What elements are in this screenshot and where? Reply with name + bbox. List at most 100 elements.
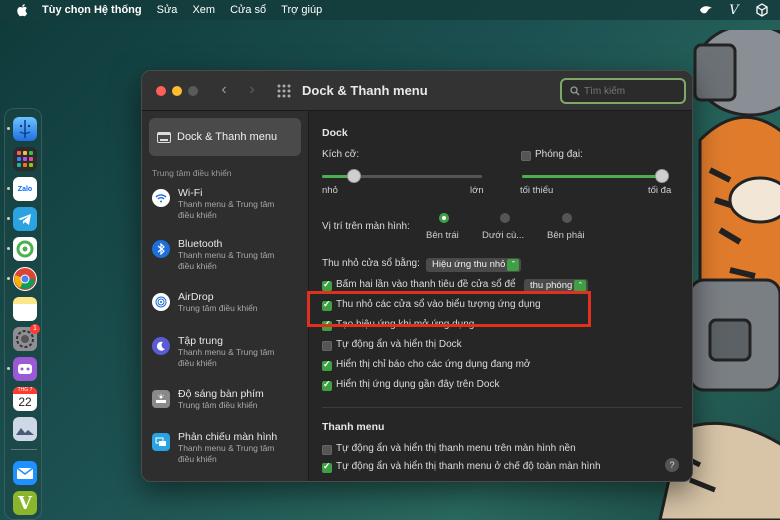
sidebar-item-subtitle: Trung tâm điều khiển xyxy=(178,400,258,410)
position-right-radio[interactable] xyxy=(562,213,572,223)
menu-view[interactable]: Xem xyxy=(192,4,215,16)
dock-separator xyxy=(11,449,37,450)
sidebar-item-title: Bluetooth xyxy=(178,238,223,250)
show-indicators-label: Hiển thị chỉ báo cho các ứng dụng đang m… xyxy=(336,359,531,370)
size-max-label: lớn xyxy=(470,185,484,196)
position-left-radio[interactable] xyxy=(439,213,449,223)
sidebar-item-title: Độ sáng bàn phím xyxy=(178,388,264,400)
close-button[interactable] xyxy=(156,86,166,96)
system-preferences-window: ‹ › Dock & Thanh menu Dock & Thanh menu … xyxy=(141,70,693,482)
sidebar-item-wifi[interactable]: Wi-Fi Thanh menu & Trung tâm điều khiển xyxy=(152,187,302,221)
search-input[interactable] xyxy=(584,85,674,97)
help-button[interactable]: ? xyxy=(665,458,679,472)
telegram-icon[interactable] xyxy=(13,207,37,231)
menu-bar: Tùy chọn Hệ thống Sửa Xem Cửa sổ Trợ giú… xyxy=(0,0,780,20)
sidebar: Dock & Thanh menu Trung tâm điều khiển W… xyxy=(142,111,309,481)
autohide-menubar-desktop-checkbox[interactable] xyxy=(322,445,332,455)
size-slider-track[interactable] xyxy=(322,175,482,178)
menu-edit[interactable]: Sửa xyxy=(157,4,178,16)
notes-icon[interactable] xyxy=(13,297,37,321)
calendar-month: THG 7 xyxy=(13,387,37,394)
section-divider xyxy=(322,407,682,408)
bluetooth-icon xyxy=(152,240,170,258)
show-indicators-checkbox[interactable] xyxy=(322,359,332,371)
annotation-highlight-box xyxy=(307,291,591,327)
sidebar-item-focus[interactable]: Tập trung Thanh menu & Trung tâm điều kh… xyxy=(152,335,302,369)
sidebar-item-subtitle: Trung tâm điều khiển xyxy=(178,303,258,313)
magnification-slider-knob[interactable] xyxy=(655,169,669,183)
game-icon[interactable] xyxy=(13,357,37,381)
dock-section-title: Dock xyxy=(322,127,348,139)
magnification-min-label: tối thiểu xyxy=(520,185,554,196)
autohide-menubar-fullscreen-checkbox[interactable] xyxy=(322,461,332,473)
launchpad-icon[interactable] xyxy=(13,147,37,171)
zoom-button[interactable] xyxy=(188,86,198,96)
airdrop-icon xyxy=(152,293,170,311)
calendar-icon[interactable]: THG 7 22 xyxy=(13,387,37,411)
mail-icon[interactable] xyxy=(13,461,37,485)
chrome-icon[interactable] xyxy=(13,267,37,291)
double-click-action-value: thu phóng xyxy=(530,280,573,291)
menubar-section-title: Thanh menu xyxy=(322,421,385,433)
minimize-button[interactable] xyxy=(172,86,182,96)
sidebar-item-subtitle: điều khiển xyxy=(178,454,217,464)
sidebar-item-keyboard-brightness[interactable]: Độ sáng bàn phím Trung tâm điều khiển xyxy=(152,388,302,411)
autohide-menubar-desktop-label: Tự động ẩn và hiển thị thanh menu trên m… xyxy=(336,443,576,454)
menu-help[interactable]: Trợ giúp xyxy=(281,4,322,16)
sidebar-item-subtitle: điều khiển xyxy=(178,358,217,368)
status-bird-icon[interactable] xyxy=(698,2,714,18)
calendar-day: 22 xyxy=(18,395,32,409)
sidebar-item-title: Phản chiếu màn hình xyxy=(178,431,278,443)
dock-running-indicator xyxy=(7,367,10,370)
sidebar-item-subtitle: Thanh menu & Trung tâm xyxy=(178,347,275,357)
moon-icon xyxy=(152,337,170,355)
minimize-effect-select[interactable]: Hiệu ứng thu nhỏ ⌃ xyxy=(426,258,522,272)
menu-window[interactable]: Cửa sổ xyxy=(230,4,266,16)
chevron-updown-icon: ⌃ xyxy=(507,259,520,271)
sidebar-item-airdrop[interactable]: AirDrop Trung tâm điều khiển xyxy=(152,291,302,314)
double-click-label: Bấm hai lần vào thanh tiêu đề cửa sổ để xyxy=(336,279,516,290)
dock-running-indicator xyxy=(7,187,10,190)
keyboard-brightness-icon xyxy=(152,390,170,408)
autohide-dock-label: Tự động ẩn và hiển thị Dock xyxy=(336,339,462,350)
position-label: Vị trí trên màn hình: xyxy=(322,221,410,232)
magnification-checkbox[interactable] xyxy=(521,151,531,161)
magnification-slider-track[interactable] xyxy=(522,175,662,178)
sidebar-item-subtitle: Thanh menu & Trung tâm xyxy=(178,199,275,209)
show-all-grid-icon[interactable] xyxy=(276,83,292,99)
window-title: Dock & Thanh menu xyxy=(302,83,428,98)
sidebar-item-bluetooth[interactable]: Bluetooth Thanh menu & Trung tâm điều kh… xyxy=(152,238,302,272)
sidebar-item-dock-menubar[interactable]: Dock & Thanh menu xyxy=(149,118,301,156)
menu-app-name[interactable]: Tùy chọn Hệ thống xyxy=(42,4,142,16)
sidebar-group-label: Trung tâm điều khiển xyxy=(152,168,232,178)
position-bottom-radio[interactable] xyxy=(500,213,510,223)
magnification-slider-fill xyxy=(522,175,662,178)
system-preferences-icon[interactable]: 1 xyxy=(13,324,40,351)
size-label: Kích cỡ: xyxy=(322,149,360,160)
autohide-menubar-fullscreen-label: Tự động ẩn và hiển thị thanh menu ở chế … xyxy=(336,461,601,472)
title-bar: ‹ › Dock & Thanh menu xyxy=(142,71,692,111)
screen-mirroring-icon xyxy=(152,433,170,451)
image-app-icon[interactable] xyxy=(13,417,37,441)
sidebar-item-label: Dock & Thanh menu xyxy=(177,131,278,143)
vectorize-app-icon[interactable]: V xyxy=(13,491,37,515)
forward-button[interactable]: › xyxy=(242,80,262,100)
autohide-dock-checkbox[interactable] xyxy=(322,341,332,351)
show-recent-apps-label: Hiển thị ứng dụng gần đây trên Dock xyxy=(336,379,500,390)
size-slider-knob[interactable] xyxy=(347,169,361,183)
apple-logo-icon[interactable] xyxy=(16,3,30,17)
sidebar-item-screen-mirroring[interactable]: Phản chiếu màn hình Thanh menu & Trung t… xyxy=(152,431,302,465)
status-box-icon[interactable] xyxy=(754,2,770,18)
sidebar-item-subtitle: điều khiển xyxy=(178,261,217,271)
search-field[interactable] xyxy=(560,78,686,104)
dock-running-indicator xyxy=(7,217,10,220)
double-click-checkbox[interactable] xyxy=(322,279,332,291)
wifi-icon xyxy=(152,189,170,207)
show-recent-apps-checkbox[interactable] xyxy=(322,379,332,391)
back-button[interactable]: ‹ xyxy=(214,80,234,100)
magnification-label: Phóng đại: xyxy=(535,149,583,160)
coccoc-icon[interactable] xyxy=(13,237,37,261)
finder-icon[interactable] xyxy=(13,117,37,141)
zalo-icon[interactable]: Zalo xyxy=(13,177,37,201)
status-v-icon[interactable]: V xyxy=(726,2,742,18)
